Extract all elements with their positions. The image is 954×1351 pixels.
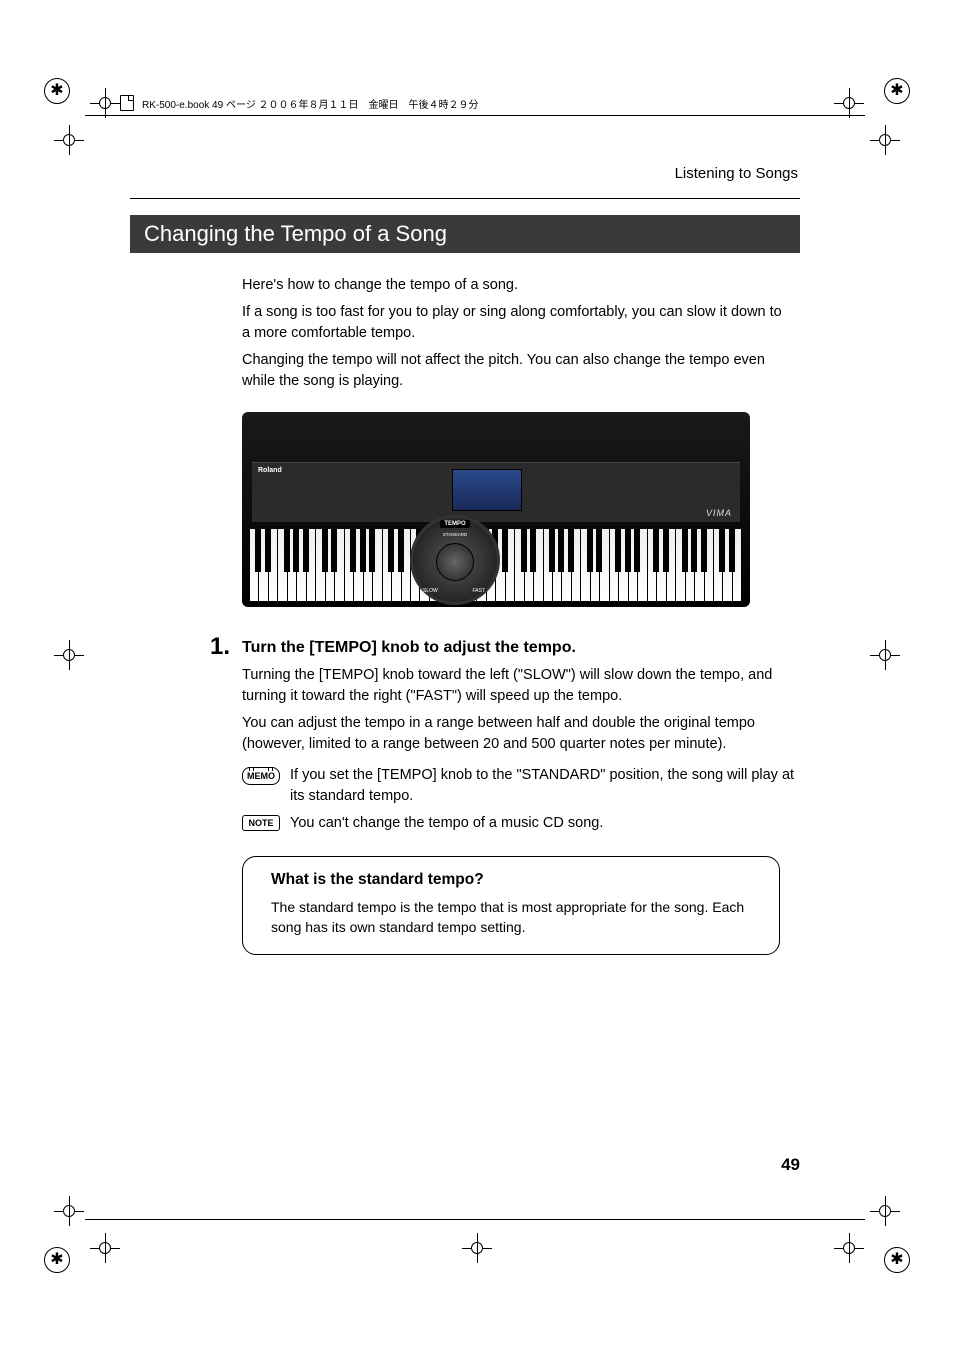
step-body: Turning the [TEMPO] knob toward the left… — [242, 665, 790, 755]
note-row: NOTE You can't change the tempo of a mus… — [242, 813, 800, 834]
keyboard-illustration: Roland VIMA TEMPO STANDARD SLOW — [242, 412, 750, 607]
info-answer: The standard tempo is the tempo that is … — [271, 897, 759, 938]
crop-mark-icon — [54, 125, 84, 155]
info-question: What is the standard tempo? — [271, 871, 759, 889]
crop-mark-icon — [462, 1233, 492, 1263]
breadcrumb: Listening to Songs — [130, 165, 800, 182]
intro-para: Changing the tempo will not affect the p… — [242, 350, 790, 392]
note-text: You can't change the tempo of a music CD… — [290, 813, 800, 834]
memo-icon: MEMO — [242, 767, 280, 785]
crop-mark-icon — [54, 1196, 84, 1226]
memo-text: If you set the [TEMPO] knob to the "STAN… — [290, 765, 800, 807]
tempo-knob-standard: STANDARD — [443, 532, 467, 537]
step-para: Turning the [TEMPO] knob toward the left… — [242, 665, 790, 707]
section-title: Changing the Tempo of a Song — [130, 215, 800, 253]
registration-mark-icon: ✱ — [44, 78, 70, 104]
tempo-knob-slow: SLOW — [423, 588, 438, 594]
tempo-knob-label: TEMPO — [440, 520, 469, 528]
info-box: What is the standard tempo? The standard… — [242, 856, 780, 955]
crop-mark-icon — [834, 1233, 864, 1263]
step-para: You can adjust the tempo in a range betw… — [242, 713, 790, 755]
keyboard-brand: Roland — [258, 467, 282, 474]
intro-para: Here's how to change the tempo of a song… — [242, 275, 790, 296]
header-rule — [130, 198, 800, 199]
doc-meta-line: RK-500-e.book 49 ページ ２００６年８月１１日 金曜日 午後４時… — [120, 95, 479, 111]
memo-row: MEMO If you set the [TEMPO] knob to the … — [242, 765, 800, 807]
page-icon — [120, 95, 134, 111]
tempo-knob-icon: TEMPO STANDARD SLOW FAST — [410, 515, 500, 605]
step-row: 1. Turn the [TEMPO] knob to adjust the t… — [130, 635, 800, 659]
registration-mark-icon: ✱ — [884, 78, 910, 104]
doc-meta-text: RK-500-e.book 49 ページ ２００６年８月１１日 金曜日 午後４時… — [142, 96, 479, 111]
crop-mark-icon — [870, 640, 900, 670]
intro-para: If a song is too fast for you to play or… — [242, 302, 790, 344]
crop-mark-icon — [870, 125, 900, 155]
tempo-knob-fast: FAST — [472, 588, 485, 594]
registration-mark-icon: ✱ — [884, 1247, 910, 1273]
step-number: 1. — [130, 635, 242, 659]
crop-mark-icon — [90, 88, 120, 118]
intro-block: Here's how to change the tempo of a song… — [242, 275, 790, 392]
crop-mark-icon — [834, 88, 864, 118]
registration-mark-icon: ✱ — [44, 1247, 70, 1273]
crop-mark-icon — [54, 640, 84, 670]
crop-mark-icon — [870, 1196, 900, 1226]
crop-mark-icon — [90, 1233, 120, 1263]
note-icon: NOTE — [242, 815, 280, 831]
keyboard-screen — [452, 469, 522, 511]
step-title: Turn the [TEMPO] knob to adjust the temp… — [242, 635, 576, 657]
keyboard-logo: VIMA — [706, 508, 732, 518]
